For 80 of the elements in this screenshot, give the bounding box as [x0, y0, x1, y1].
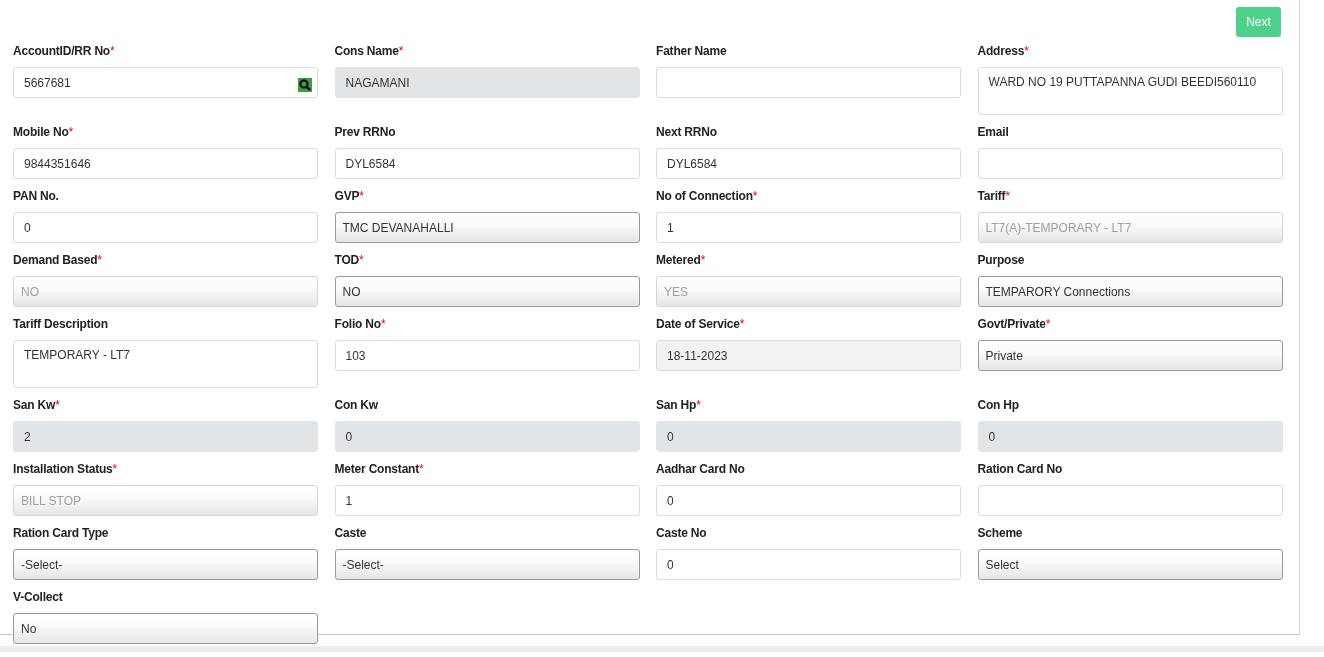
field-label: Email: [977, 125, 1009, 139]
field-label: San Kw: [13, 398, 56, 412]
input-field[interactable]: DYL6584: [334, 148, 640, 179]
field-label: Tariff: [977, 189, 1006, 203]
dropdown[interactable]: Select: [977, 549, 1283, 580]
field-label: PAN No.: [13, 189, 59, 203]
field-label: Ration Card Type: [13, 526, 109, 540]
field-label: Caste No: [656, 526, 707, 540]
dropdown[interactable]: No: [13, 613, 318, 644]
required-asterisk: *: [359, 189, 364, 203]
required-asterisk: *: [112, 462, 118, 476]
input-field: NAGAMANI: [334, 67, 640, 98]
required-asterisk: *: [380, 317, 386, 331]
field-label: Installation Status: [13, 462, 113, 476]
required-asterisk: *: [419, 462, 424, 476]
field-label: Scheme: [977, 526, 1023, 540]
required-asterisk: *: [97, 253, 102, 267]
field-label: Ration Card No: [977, 462, 1063, 476]
input-field[interactable]: 5667681: [13, 67, 318, 98]
field-label: Metered: [656, 253, 701, 267]
text-area[interactable]: WARD NO 19 PUTTAPANNA GUDI BEEDI560110: [977, 67, 1283, 115]
field-label: TOD: [334, 253, 359, 267]
dropdown[interactable]: TEMPARORY Connections: [977, 276, 1283, 307]
field-label: Folio No: [334, 317, 381, 331]
required-asterisk: *: [1005, 189, 1010, 203]
dropdown[interactable]: TMC DEVANAHALLI: [334, 212, 640, 243]
field-label: Address: [977, 44, 1025, 58]
dropdown[interactable]: Private: [977, 340, 1283, 371]
required-asterisk: *: [68, 125, 73, 139]
dropdown[interactable]: NO: [334, 276, 640, 307]
input-field[interactable]: [977, 148, 1283, 179]
field-label: V-Collect: [13, 590, 63, 604]
field-label: No of Connection: [656, 189, 753, 203]
field-label: Govt/Private: [977, 317, 1046, 331]
input-field: 0: [977, 421, 1283, 452]
field-label: AccountID/RR No: [13, 44, 110, 58]
date-field: 18-11-2023: [656, 340, 961, 371]
required-asterisk: *: [55, 398, 60, 412]
field-label: San Hp: [656, 398, 697, 412]
required-asterisk: *: [398, 44, 404, 58]
input-field[interactable]: 0: [13, 212, 318, 243]
input-field[interactable]: [656, 67, 961, 98]
input-field[interactable]: 9844351646: [13, 148, 318, 179]
required-asterisk: *: [739, 317, 745, 331]
required-asterisk: *: [110, 44, 115, 58]
input-field[interactable]: DYL6584: [656, 148, 961, 179]
required-asterisk: *: [700, 253, 706, 267]
search-icon[interactable]: [298, 78, 312, 92]
field-label: Purpose: [977, 253, 1025, 267]
dropdown[interactable]: -Select-: [13, 549, 318, 580]
field-label: GVP: [334, 189, 360, 203]
required-asterisk: *: [1024, 44, 1029, 58]
field-label: Mobile No: [13, 125, 69, 139]
field-label: Tariff Description: [13, 317, 108, 331]
field-label: Meter Constant: [334, 462, 420, 476]
field-label: Prev RRNo: [334, 125, 396, 139]
input-field[interactable]: 103: [334, 340, 640, 371]
input-field[interactable]: 0: [656, 549, 961, 580]
text-area[interactable]: TEMPORARY - LT7: [13, 340, 318, 388]
field-label: Date of Service: [656, 317, 740, 331]
input-field[interactable]: [977, 485, 1283, 516]
field-label: Con Hp: [977, 398, 1019, 412]
input-field: 0: [334, 421, 640, 452]
field-label: Father Name: [656, 44, 727, 58]
field-label: Aadhar Card No: [656, 462, 745, 476]
input-field[interactable]: 0: [656, 485, 961, 516]
field-label: Caste: [334, 526, 367, 540]
field-label: Demand Based: [13, 253, 98, 267]
field-label: Cons Name: [334, 44, 399, 58]
field-label: Con Kw: [334, 398, 378, 412]
input-field: 0: [656, 421, 961, 452]
required-asterisk: *: [359, 253, 364, 267]
field-label: Next RRNo: [656, 125, 717, 139]
required-asterisk: *: [1045, 317, 1051, 331]
input-field[interactable]: 1: [334, 485, 640, 516]
dropdown[interactable]: -Select-: [334, 549, 640, 580]
required-asterisk: *: [696, 398, 701, 412]
input-field: 2: [13, 421, 318, 452]
input-field[interactable]: 1: [656, 212, 961, 243]
required-asterisk: *: [752, 189, 758, 203]
